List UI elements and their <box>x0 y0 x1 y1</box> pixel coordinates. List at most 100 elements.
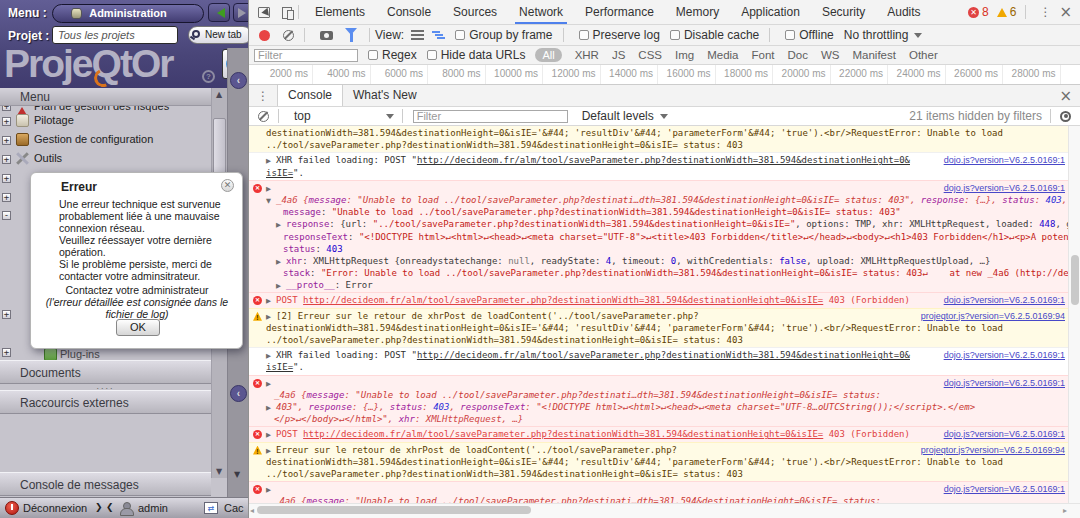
expand-icon[interactable]: + <box>2 155 11 164</box>
tab-audits[interactable]: Audits <box>879 0 928 24</box>
request-url-link[interactable]: isIE= <box>266 362 293 372</box>
console-horizontal-scrollbar[interactable]: ◂ ▸ <box>249 503 1080 515</box>
logout-button[interactable]: Déconnexion <box>23 502 87 514</box>
request-url-link[interactable]: http://decideom.fr/alm/tool/saveParamete… <box>303 429 823 439</box>
error-count[interactable]: 8 <box>982 5 989 19</box>
filter-pill-js[interactable]: JS <box>612 49 625 61</box>
collapse-panel-button-bottom[interactable]: ‹ <box>230 385 247 402</box>
expand-right-icon[interactable]: ❮ <box>106 502 114 512</box>
source-link[interactable]: dojo.js?version=V6.2.5.0169:1 <box>944 155 1065 166</box>
console-drawer-tab-what-s-new[interactable]: What's New <box>343 85 427 106</box>
menu-item-tools[interactable]: +Outils <box>0 151 211 170</box>
console-levels-select[interactable]: Default levels <box>582 109 654 123</box>
request-url-link[interactable]: isIE= <box>266 168 293 178</box>
waterfall-view-icon[interactable] <box>432 30 445 40</box>
source-link[interactable]: dojo.js?version=V6.2.5.0169:1 <box>944 378 1065 389</box>
console-drawer-tab-console[interactable]: Console <box>277 85 343 106</box>
network-filter-input[interactable] <box>254 49 358 62</box>
filter-pill-font[interactable]: Font <box>752 49 775 61</box>
tab-memory[interactable]: Memory <box>668 0 727 24</box>
expander-icon[interactable]: ▶ <box>266 429 276 441</box>
source-link[interactable]: dojo.js?version=V6.2.5.0169:1 <box>944 350 1065 361</box>
expand-left-icon[interactable]: ❯ <box>95 502 103 512</box>
clear-icon[interactable] <box>283 30 294 41</box>
menu-item-config[interactable]: +Gestion de configuration <box>0 132 211 151</box>
filter-pill-other[interactable]: Other <box>909 49 938 61</box>
tab-elements[interactable]: Elements <box>307 0 373 24</box>
drawer-menu-icon[interactable]: ⋮ <box>257 89 269 103</box>
filter-icon[interactable] <box>345 28 357 41</box>
filter-pill-img[interactable]: Img <box>675 49 694 61</box>
expand-icon[interactable]: + <box>2 193 11 202</box>
device-toolbar-icon[interactable] <box>282 7 293 18</box>
collapse-panel-button-top[interactable]: ‹ <box>230 72 247 89</box>
throttling-select[interactable]: No throttling <box>844 28 909 42</box>
request-url-link[interactable]: http://decideom.fr/alm/tool/saveParamete… <box>303 295 823 305</box>
dialog-close-icon[interactable]: ✕ <box>221 179 234 192</box>
group-by-frame-checkbox[interactable] <box>455 30 465 40</box>
menu-section-header[interactable]: Menu <box>0 88 211 106</box>
cache-icon[interactable]: ⇄ <box>204 502 218 514</box>
timeline-tick: 22000 ms <box>831 65 888 84</box>
sidebar-section-messages[interactable]: Console de messages <box>0 472 211 496</box>
expander-icon[interactable]: ▶ <box>266 295 276 307</box>
expand-icon[interactable]: + <box>2 310 11 319</box>
source-link[interactable]: dojo.js?version=V6.2.5.0169:1 <box>944 183 1065 194</box>
source-link[interactable]: dojo.js?version=V6.2.5.0169:1 <box>944 484 1065 495</box>
menu-item-pilotage[interactable]: +Pilotage <box>0 113 211 132</box>
tab-performance[interactable]: Performance <box>577 0 662 24</box>
devtools-menu-icon[interactable]: ⋮ <box>1039 5 1051 19</box>
request-url-link[interactable]: http://decideom.fr/alm/tool/saveParamete… <box>417 350 910 360</box>
console-context-select[interactable]: top <box>294 109 311 123</box>
clear-console-icon[interactable] <box>258 111 269 122</box>
filter-pill-ws[interactable]: WS <box>821 49 840 61</box>
list-view-icon[interactable] <box>411 30 424 40</box>
user-name[interactable]: admin <box>138 502 168 514</box>
tab-console[interactable]: Console <box>379 0 439 24</box>
disable-cache-checkbox[interactable] <box>670 30 680 40</box>
expand-icon[interactable]: + <box>2 117 11 126</box>
filter-pill-doc[interactable]: Doc <box>788 49 808 61</box>
console-settings-icon[interactable] <box>1060 111 1071 122</box>
vscroll-thumb[interactable] <box>1071 255 1079 305</box>
expand-icon[interactable]: + <box>2 174 11 183</box>
filter-pill-media[interactable]: Media <box>707 49 738 61</box>
devtools-close-icon[interactable]: × <box>1059 3 1072 21</box>
regex-checkbox[interactable] <box>368 50 378 60</box>
console-vertical-scrollbar[interactable] <box>1068 126 1080 503</box>
forward-button[interactable] <box>233 3 248 22</box>
source-link[interactable]: projeqtor.js?version=V6.2.5.0169:94 <box>921 311 1065 322</box>
source-link[interactable]: dojo.js?version=V6.2.5.0169:1 <box>944 429 1065 440</box>
source-link[interactable]: dojo.js?version=V6.2.5.0169:1 <box>944 295 1065 306</box>
source-link[interactable]: projeqtor.js?version=V6.2.5.0169:94 <box>921 445 1065 456</box>
offline-checkbox[interactable] <box>785 30 795 40</box>
tab-network[interactable]: Network <box>511 0 571 24</box>
warning-count[interactable]: 6 <box>1010 5 1017 19</box>
preserve-log-checkbox[interactable] <box>579 30 589 40</box>
menu-select[interactable]: Administration <box>52 4 204 23</box>
request-url-link[interactable]: http://decideom.fr/alm/tool/saveParamete… <box>417 155 910 165</box>
filter-pill-xhr[interactable]: XHR <box>575 49 599 61</box>
console-filter-input[interactable] <box>413 110 568 123</box>
tab-security[interactable]: Security <box>814 0 873 24</box>
tab-sources[interactable]: Sources <box>445 0 505 24</box>
filter-pill-manifest[interactable]: Manifest <box>853 49 896 61</box>
inspect-icon[interactable] <box>258 7 270 18</box>
hscroll-thumb[interactable] <box>257 506 531 514</box>
hide-data-urls-checkbox[interactable] <box>427 50 437 60</box>
expand-icon[interactable]: + <box>2 136 11 145</box>
timeline-tick: 16000 ms <box>659 65 716 84</box>
tab-application[interactable]: Application <box>733 0 808 24</box>
expand-icon[interactable]: - <box>2 211 11 220</box>
sidebar-section-shortcuts[interactable]: Raccourcis externes <box>0 390 211 414</box>
filter-pill-css[interactable]: CSS <box>638 49 662 61</box>
timeline-tick: 28000 ms <box>1004 65 1061 84</box>
new-tab-button[interactable]: New tab <box>188 26 248 44</box>
ok-button[interactable]: OK <box>116 319 160 336</box>
record-button[interactable] <box>259 30 270 41</box>
filter-pill-all[interactable]: All <box>535 48 561 62</box>
back-button[interactable] <box>208 3 230 22</box>
screenshot-icon[interactable] <box>320 31 333 40</box>
drawer-close-icon[interactable]: × <box>1059 87 1072 105</box>
expander-icon[interactable]: ▶ <box>276 280 286 292</box>
